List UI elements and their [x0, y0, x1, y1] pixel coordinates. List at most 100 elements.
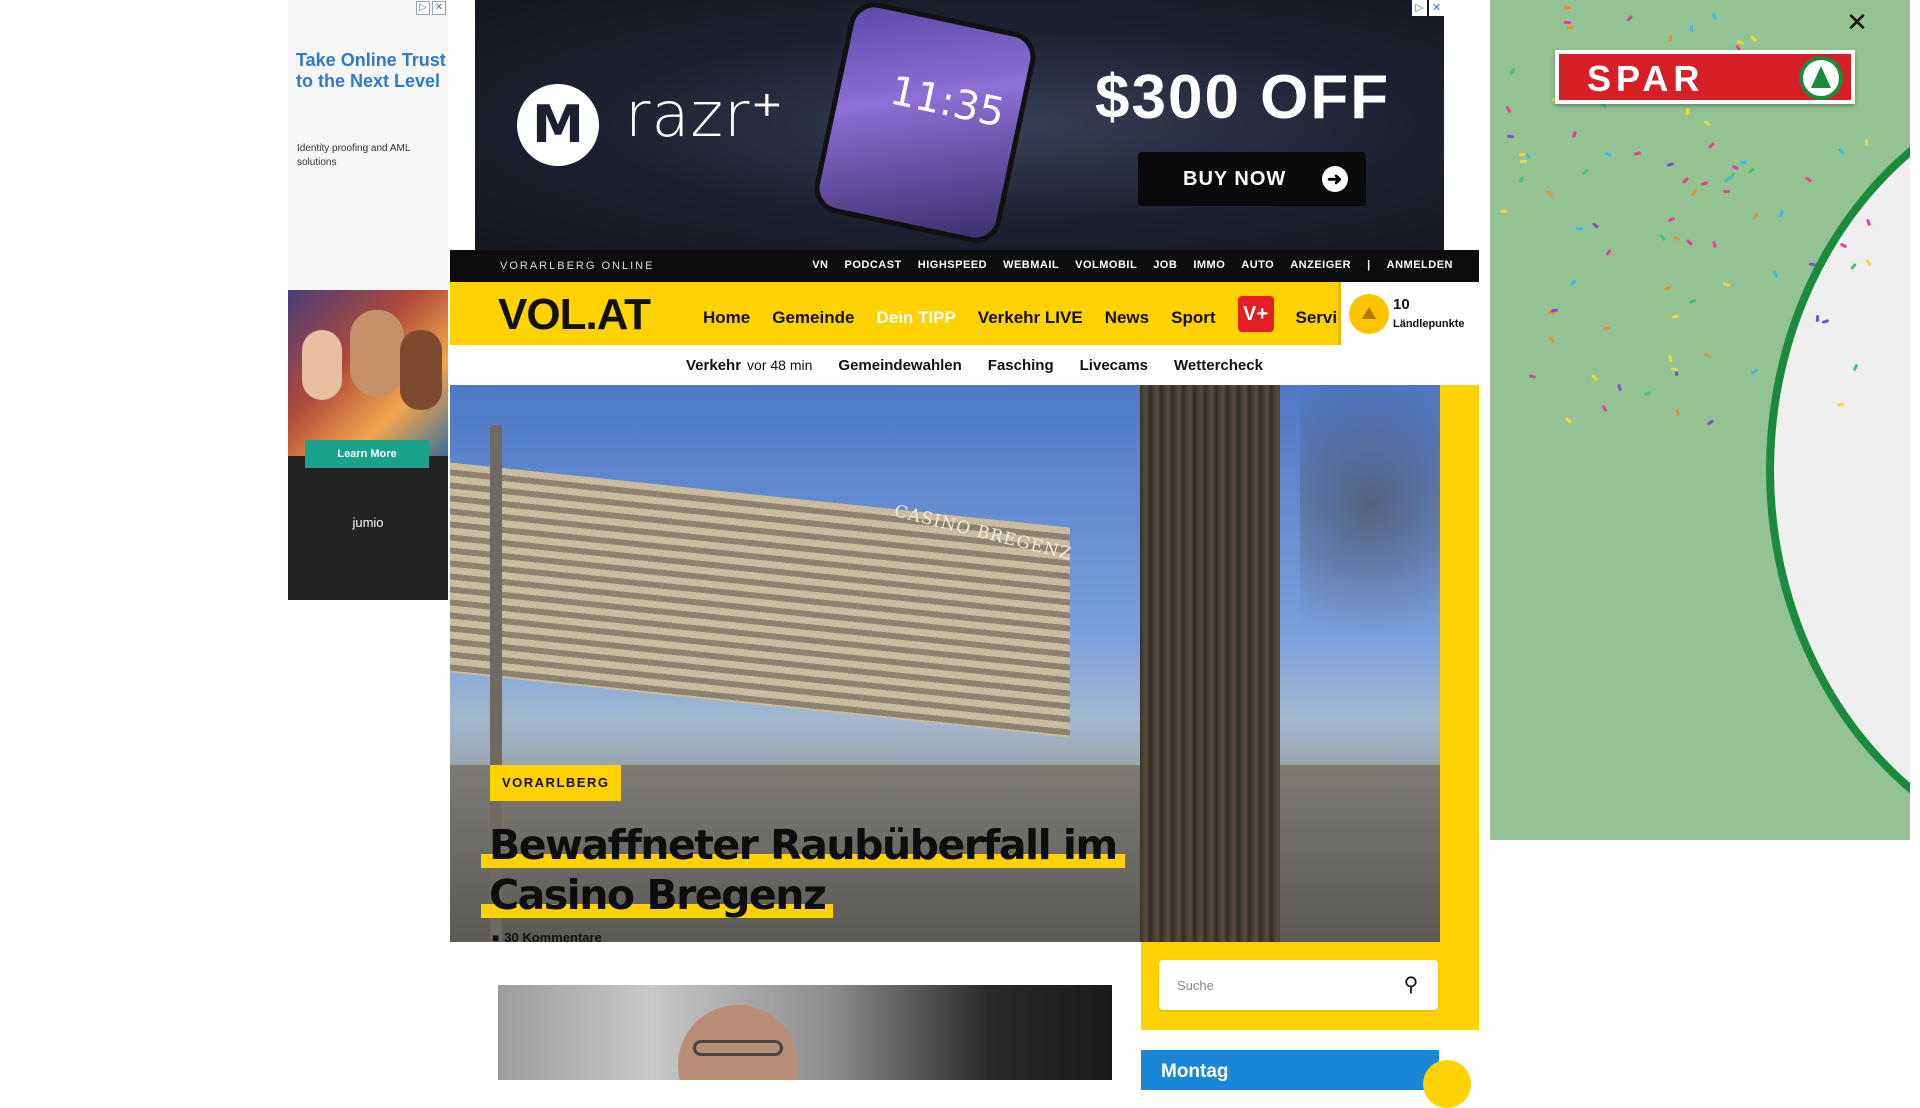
learn-more-button[interactable]: Learn More: [305, 440, 429, 468]
article-photo[interactable]: [498, 985, 1112, 1080]
network-link-webmail[interactable]: WEBMAIL: [1003, 259, 1059, 271]
confetti-piece: [1564, 20, 1572, 24]
ad-person-image: [400, 330, 442, 410]
site-logo[interactable]: VOL.AT: [498, 290, 651, 340]
confetti-piece: [1566, 25, 1575, 30]
network-links: VN PODCAST HIGHSPEED WEBMAIL VOLMOBIL JO…: [812, 259, 1453, 271]
nav-item-gemeinde[interactable]: Gemeinde: [772, 308, 854, 328]
confetti-piece: [1664, 285, 1672, 291]
network-link-immo[interactable]: IMMO: [1193, 259, 1225, 271]
ad-choices[interactable]: ▷ ✕: [1412, 0, 1444, 17]
subnav-item-verkehr[interactable]: Verkehr vor 48 min: [686, 357, 812, 374]
confetti-piece: [1773, 271, 1779, 279]
confetti-piece: [1616, 383, 1623, 392]
subnav-item-livecams[interactable]: Livecams: [1080, 357, 1148, 374]
confetti-piece: [1681, 177, 1689, 185]
article-headline-line1: Bewaffneter Raubüberfall im: [481, 822, 1125, 868]
mountain-coin-icon: ⛰: [1349, 294, 1389, 334]
ad-choices[interactable]: ▷ ✕: [416, 1, 446, 17]
confetti-piece: [1505, 105, 1512, 114]
confetti-piece: [1605, 248, 1612, 257]
ad-close-icon[interactable]: ✕: [432, 1, 446, 15]
confetti-piece: [1712, 240, 1718, 249]
confetti-piece: [1700, 180, 1708, 187]
confetti-piece: [1604, 151, 1613, 158]
confetti-piece: [1518, 175, 1525, 184]
spar-tree-icon: [1799, 56, 1843, 100]
confetti-piece: [1729, 171, 1736, 180]
network-brand: VORARLBERG ONLINE: [500, 260, 655, 272]
ad-person-image: [302, 330, 342, 400]
confetti-piece: [1703, 352, 1712, 359]
confetti-piece: [1633, 151, 1641, 156]
confetti-piece: [1529, 374, 1537, 379]
confetti-piece: [1670, 366, 1679, 372]
comment-bubble-icon: ■: [492, 930, 500, 945]
confetti-piece: [1659, 233, 1667, 242]
close-icon[interactable]: ✕: [1842, 8, 1872, 38]
confetti-piece: [1666, 162, 1675, 168]
confetti-piece: [1864, 139, 1869, 147]
confetti-piece: [1545, 189, 1554, 197]
login-link[interactable]: ANMELDEN: [1387, 259, 1453, 271]
ad-subtext: Identity proofing and AML solutions: [297, 143, 411, 168]
network-bar: VORARLBERG ONLINE VN PODCAST HIGHSPEED W…: [450, 250, 1479, 282]
search-input[interactable]: Suche ⚲: [1159, 960, 1438, 1010]
confetti-piece: [1643, 391, 1651, 397]
ad-photo: [288, 290, 448, 456]
network-link-vn[interactable]: VN: [812, 259, 828, 271]
ad-headline: Take Online Trust to the Next Level: [296, 50, 446, 91]
network-link-highspeed[interactable]: HIGHSPEED: [918, 259, 987, 271]
vplus-button[interactable]: V+: [1237, 296, 1274, 332]
sun-icon: [1423, 1060, 1471, 1108]
search-icon[interactable]: ⚲: [1400, 973, 1422, 995]
confetti-piece: [1688, 299, 1697, 305]
ad-info-icon[interactable]: ▷: [416, 1, 430, 15]
network-link-anzeiger[interactable]: ANZEIGER: [1290, 259, 1351, 271]
left-skyscraper-ad[interactable]: ▷ ✕ Take Online Trust to the Next Level …: [288, 0, 448, 600]
sidebar-accent: [1440, 385, 1479, 942]
glasses-detail: [693, 1040, 783, 1056]
ad-close-icon[interactable]: ✕: [1429, 0, 1444, 16]
article-headline-line2: Casino Bregenz: [481, 872, 834, 918]
network-link-auto[interactable]: AUTO: [1241, 259, 1274, 271]
confetti-piece: [1751, 212, 1759, 220]
network-link-volmobil[interactable]: VOLMOBIL: [1075, 259, 1137, 271]
network-link-job[interactable]: JOB: [1153, 259, 1177, 271]
points-widget[interactable]: ⛰ 10 Ländlepunkte: [1338, 282, 1479, 345]
confetti-piece: [1625, 14, 1633, 22]
ad-circle-graphic: [1766, 70, 1910, 840]
ad-phone-image: 11:35: [809, 0, 1041, 248]
link-divider: |: [1367, 259, 1371, 271]
nav-item-news[interactable]: News: [1105, 308, 1149, 328]
confetti-piece: [1747, 167, 1756, 175]
ad-info-icon[interactable]: ▷: [1412, 0, 1427, 16]
network-link-podcast[interactable]: PODCAST: [845, 259, 902, 271]
confetti-piece: [1563, 6, 1571, 10]
confetti-piece: [1804, 176, 1813, 183]
confetti-piece: [1837, 147, 1845, 155]
confetti-piece: [1809, 262, 1817, 267]
subnav-item-gemeindewahlen[interactable]: Gemeindewahlen: [838, 357, 961, 374]
bare-trees: [1300, 385, 1440, 685]
confetti-piece: [1564, 417, 1572, 424]
nav-item-home[interactable]: Home: [703, 308, 750, 328]
buy-now-button[interactable]: BUY NOW ➜: [1138, 152, 1366, 206]
subnav-item-wettercheck[interactable]: Wettercheck: [1174, 357, 1263, 374]
top-banner-ad[interactable]: ▷ ✕ M razr⁺ 11:35 $300 OFF BUY NOW ➜: [475, 0, 1444, 250]
confetti-piece: [1722, 190, 1730, 194]
confetti-piece: [1668, 34, 1673, 42]
subnav-item-fasching[interactable]: Fasching: [988, 357, 1054, 374]
nav-item-dein-tipp[interactable]: Dein TIPP: [876, 308, 955, 328]
right-sticky-ad[interactable]: SPAR ✕: [1490, 0, 1910, 840]
subnav-verkehr-label: Verkehr: [686, 357, 742, 374]
weather-widget[interactable]: Montag: [1141, 1050, 1471, 1108]
category-tag[interactable]: VORARLBERG: [490, 765, 622, 801]
buy-now-label: BUY NOW: [1183, 168, 1287, 190]
confetti-piece: [1550, 308, 1559, 313]
nav-item-verkehr-live[interactable]: Verkehr LIVE: [978, 308, 1083, 328]
comments-link[interactable]: ■ 30 Kommentare: [492, 930, 602, 945]
nav-item-sport[interactable]: Sport: [1171, 308, 1215, 328]
confetti-piece: [1686, 238, 1694, 246]
confetti-piece: [1592, 222, 1600, 230]
